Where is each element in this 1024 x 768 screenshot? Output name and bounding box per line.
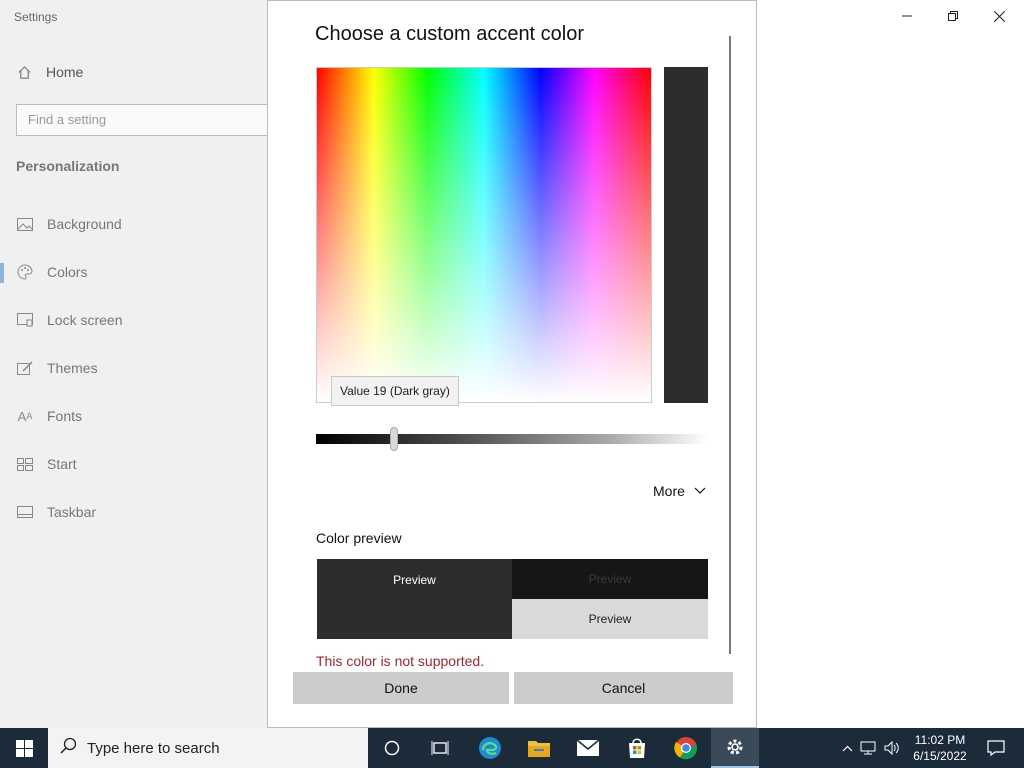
lock-screen-icon xyxy=(16,312,34,328)
settings-window-title: Settings xyxy=(14,10,58,24)
start-button[interactable] xyxy=(0,728,48,768)
taskbar-clock[interactable]: 11:02 PM 6/15/2022 xyxy=(905,732,975,764)
volume-icon[interactable] xyxy=(880,741,904,755)
cancel-button[interactable]: Cancel xyxy=(514,672,733,704)
store-icon[interactable] xyxy=(613,728,661,768)
themes-icon xyxy=(16,360,34,376)
sidebar-item-lock-screen[interactable]: Lock screen xyxy=(16,312,122,328)
chrome-icon[interactable] xyxy=(662,728,710,768)
window-controls xyxy=(884,0,1024,32)
file-explorer-icon[interactable] xyxy=(515,728,563,768)
task-view-icon[interactable] xyxy=(416,728,464,768)
dialog-scrollbar[interactable] xyxy=(729,36,731,654)
home-icon xyxy=(16,64,32,80)
color-spectrum-picker[interactable] xyxy=(316,67,652,403)
done-button[interactable]: Done xyxy=(293,672,509,704)
more-label: More xyxy=(653,483,685,499)
taskbar-search-placeholder: Type here to search xyxy=(87,739,220,757)
dialog-title: Choose a custom accent color xyxy=(315,23,585,45)
taskbar-search-box[interactable]: Type here to search xyxy=(48,728,368,768)
preview-accent: Preview xyxy=(317,559,512,639)
network-icon[interactable] xyxy=(856,741,880,755)
preview-light-mode: Preview xyxy=(512,599,708,639)
settings-search-input[interactable]: Find a setting xyxy=(16,104,276,136)
selected-color-swatch xyxy=(664,67,708,403)
notification-center-icon[interactable] xyxy=(976,728,1016,768)
fonts-icon: AA xyxy=(17,408,33,424)
preview-dark-mode: Preview xyxy=(512,559,708,599)
sidebar-item-label: Colors xyxy=(47,264,88,280)
mail-icon[interactable] xyxy=(564,728,612,768)
clock-time: 11:02 PM xyxy=(914,733,966,747)
sidebar-item-fonts[interactable]: AA Fonts xyxy=(16,408,82,424)
clock-date: 6/15/2022 xyxy=(913,749,967,763)
section-title: Personalization xyxy=(16,158,120,174)
tray-icons xyxy=(838,728,904,768)
nav-active-indicator xyxy=(0,263,4,283)
sidebar-item-label: Start xyxy=(47,456,77,472)
value-tooltip: Value 19 (Dark gray) xyxy=(331,376,459,406)
taskbar: Type here to search 11:02 PM 6/15/2022 xyxy=(0,728,1024,768)
sidebar-item-taskbar[interactable]: Taskbar xyxy=(16,504,96,520)
taskbar-icon xyxy=(16,504,34,520)
settings-icon[interactable] xyxy=(711,728,759,768)
custom-accent-dialog: Choose a custom accent color Value 19 (D… xyxy=(267,0,757,728)
value-slider-track[interactable] xyxy=(316,434,708,444)
more-toggle-button[interactable]: More xyxy=(653,483,706,499)
cortana-icon[interactable] xyxy=(368,728,416,768)
color-preview: Preview Preview Preview xyxy=(317,559,708,639)
nav-home-label: Home xyxy=(46,64,84,80)
image-icon xyxy=(16,216,34,232)
search-icon xyxy=(60,737,77,759)
nav-home[interactable]: Home xyxy=(16,64,83,80)
restore-button[interactable] xyxy=(930,0,976,32)
close-button[interactable] xyxy=(976,0,1022,32)
value-slider-thumb[interactable] xyxy=(390,427,398,451)
sidebar-item-themes[interactable]: Themes xyxy=(16,360,98,376)
chevron-up-icon[interactable] xyxy=(838,745,856,752)
sidebar-item-label: Taskbar xyxy=(47,504,97,520)
sidebar-item-label: Lock screen xyxy=(47,312,123,328)
color-preview-label: Color preview xyxy=(316,530,402,546)
start-icon xyxy=(16,456,34,472)
sidebar-item-background[interactable]: Background xyxy=(16,216,122,232)
edge-icon[interactable] xyxy=(466,728,514,768)
settings-sidebar: Settings Home Find a setting Personaliza… xyxy=(0,0,276,728)
windows-logo-icon xyxy=(15,739,33,757)
sidebar-item-start[interactable]: Start xyxy=(16,456,77,472)
sidebar-item-colors[interactable]: Colors xyxy=(16,264,87,280)
chevron-down-icon xyxy=(694,484,706,498)
minimize-button[interactable] xyxy=(884,0,930,32)
palette-icon xyxy=(16,264,34,280)
sidebar-item-label: Background xyxy=(47,216,122,232)
unsupported-color-error: This color is not supported. xyxy=(316,653,485,669)
sidebar-item-label: Themes xyxy=(47,360,98,376)
sidebar-item-label: Fonts xyxy=(47,408,83,424)
